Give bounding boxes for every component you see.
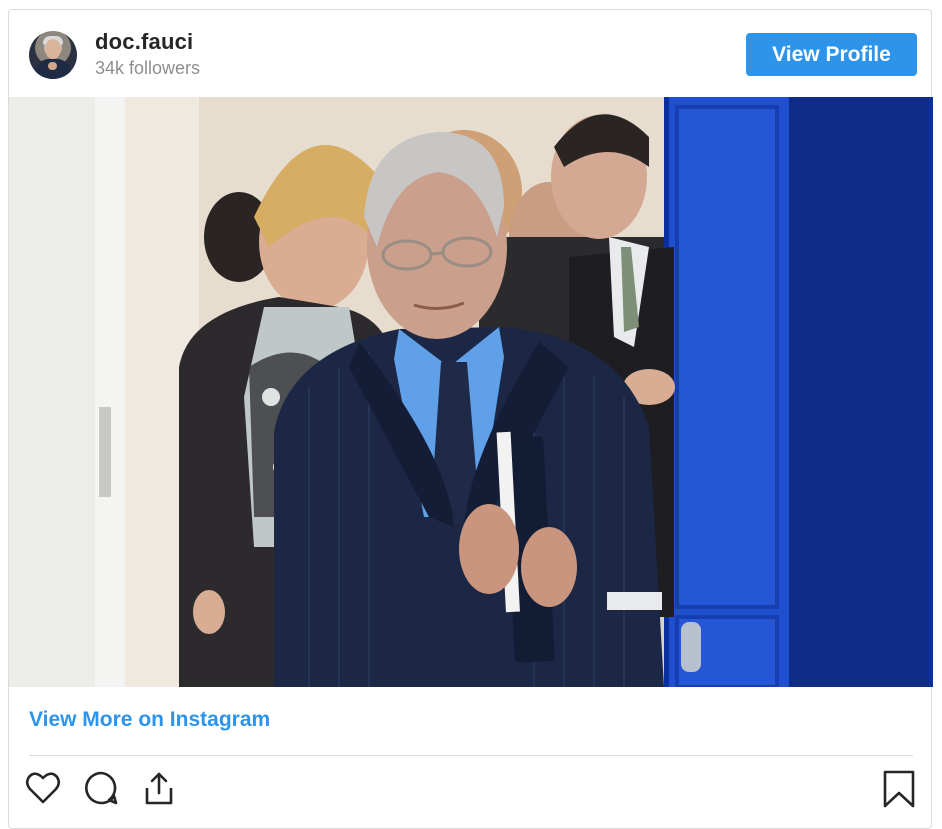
heart-icon[interactable] — [23, 768, 63, 808]
username[interactable]: doc.fauci — [95, 29, 193, 55]
instagram-embed-card: doc.fauci 34k followers View Profile Vie… — [8, 9, 933, 829]
post-photo[interactable] — [9, 97, 933, 687]
view-profile-button[interactable]: View Profile — [746, 33, 917, 76]
view-more-on-instagram-link[interactable]: View More on Instagram — [29, 708, 270, 732]
post-header: doc.fauci 34k followers View Profile — [9, 10, 933, 97]
photo-illustration — [9, 97, 933, 687]
bookmark-icon[interactable] — [879, 768, 919, 808]
share-icon[interactable] — [139, 768, 179, 808]
comment-icon[interactable] — [81, 768, 121, 808]
action-bar — [9, 768, 933, 818]
avatar[interactable] — [29, 31, 77, 79]
divider — [29, 755, 913, 756]
follower-count: 34k followers — [95, 58, 201, 78]
